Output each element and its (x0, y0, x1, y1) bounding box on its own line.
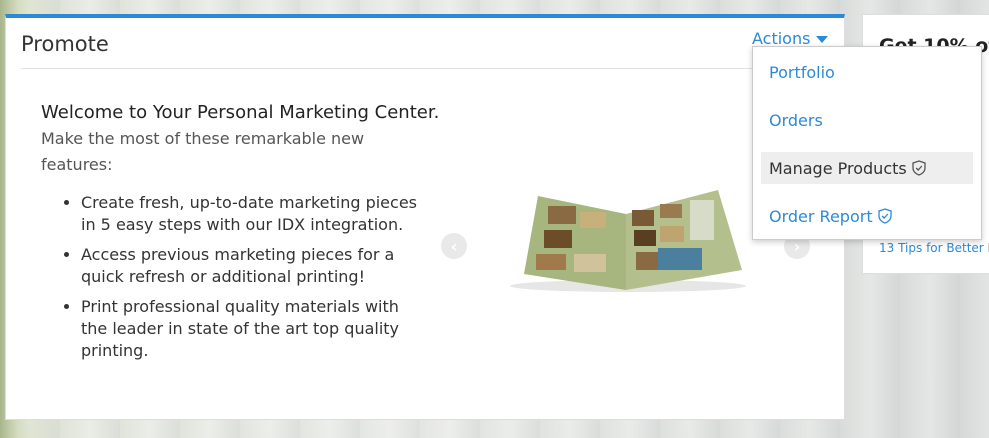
menu-item-manage-products[interactable]: Manage Products (761, 152, 973, 184)
panel-title: Promote (21, 32, 109, 56)
menu-item-portfolio[interactable]: Portfolio (761, 56, 973, 88)
side-promo-link[interactable]: 13 Tips for Better I (879, 241, 989, 255)
promote-panel: Promote Actions Welcome to Your Personal… (5, 14, 845, 420)
feature-item: Access previous marketing pieces for a q… (81, 244, 426, 288)
menu-item-orders[interactable]: Orders (761, 104, 973, 136)
brochure-image (510, 190, 746, 292)
feature-item: Print professional quality materials wit… (81, 296, 426, 362)
carousel-prev-button[interactable]: ‹ (441, 233, 467, 259)
menu-item-label: Orders (769, 110, 823, 130)
panel-divider (21, 68, 844, 69)
caret-down-icon (816, 36, 829, 43)
chevron-left-icon: ‹ (450, 236, 458, 256)
welcome-title: Welcome to Your Personal Marketing Cente… (41, 102, 440, 123)
menu-item-label: Order Report (769, 206, 873, 226)
welcome-subtitle: Make the most of these remarkable new fe… (41, 129, 365, 174)
shield-check-icon (912, 160, 926, 176)
shield-check-icon (877, 208, 892, 224)
menu-item-label: Portfolio (769, 62, 835, 82)
menu-item-order-report[interactable]: Order Report (761, 200, 973, 232)
feature-item: Create fresh, up-to-date marketing piece… (81, 192, 426, 236)
menu-item-label: Manage Products (769, 158, 907, 178)
actions-dropdown-menu: Portfolio Orders Manage Products Order R… (752, 46, 982, 240)
feature-list: Create fresh, up-to-date marketing piece… (46, 192, 426, 370)
